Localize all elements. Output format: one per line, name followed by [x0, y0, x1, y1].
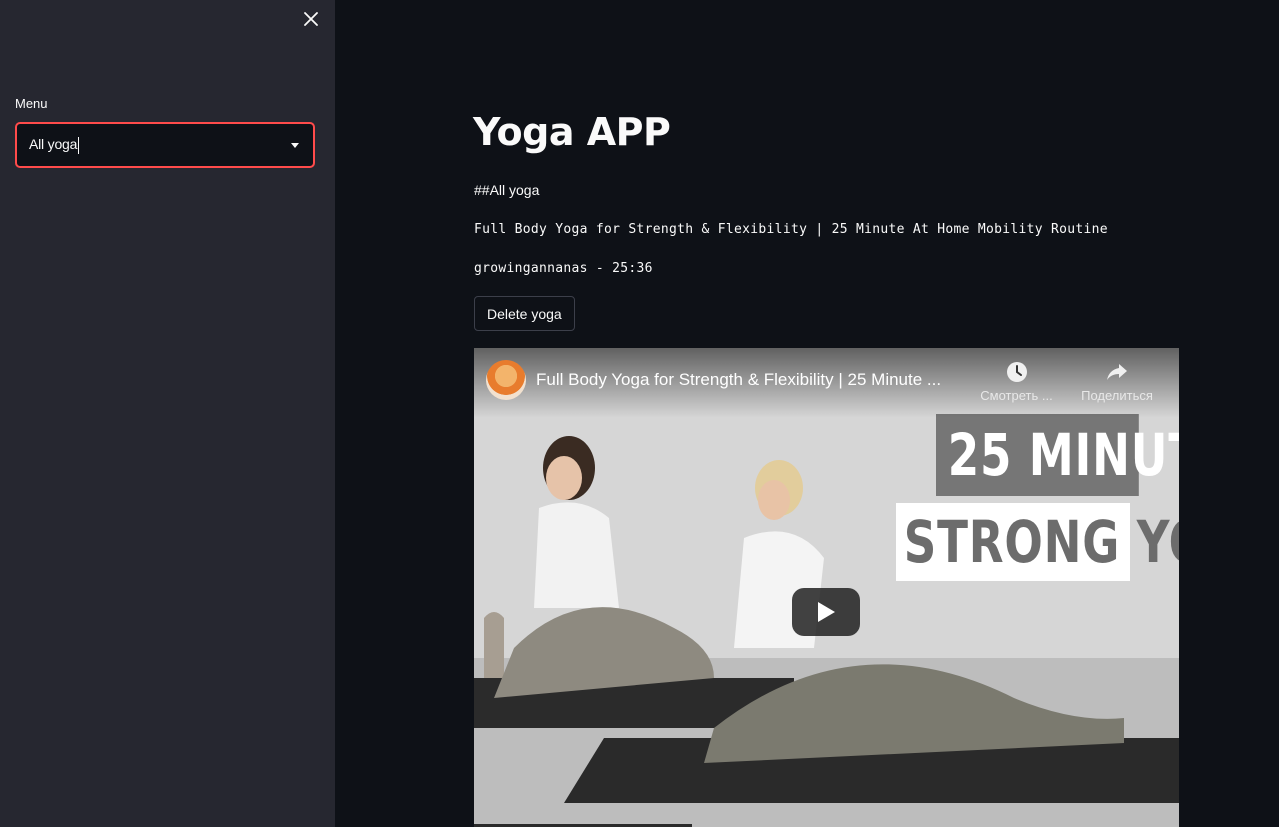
youtube-video-embed[interactable]: 25 MINUT STRONG YO Full Body Yoga for St… — [474, 348, 1179, 827]
chevron-down-icon — [291, 143, 299, 148]
video-title-text: Full Body Yoga for Strength & Flexibilit… — [474, 222, 1108, 237]
author-duration-text: growingannanas - 25:36 — [474, 261, 653, 276]
share-arrow-icon — [1107, 364, 1127, 380]
youtube-video-title[interactable]: Full Body Yoga for Strength & Flexibilit… — [536, 370, 941, 390]
thumbnail-text-line2: STRONG YO — [896, 503, 1179, 581]
main-content: Yoga APP ##All yoga Full Body Yoga for S… — [335, 0, 1279, 827]
menu-select-value: All yoga — [29, 136, 80, 154]
share-label: Поделиться — [1081, 388, 1153, 403]
close-icon — [304, 12, 318, 26]
play-icon — [818, 602, 835, 622]
sidebar: Menu All yoga — [0, 0, 335, 827]
share-button[interactable]: Поделиться — [1072, 360, 1162, 403]
delete-yoga-button[interactable]: Delete yoga — [474, 296, 575, 331]
play-button[interactable] — [792, 588, 860, 636]
close-sidebar-button[interactable] — [300, 8, 322, 30]
subheading-text: ##All yoga — [474, 182, 540, 198]
menu-label: Menu — [15, 96, 48, 111]
clock-icon — [1006, 362, 1027, 382]
page-title: Yoga APP — [473, 110, 671, 154]
thumbnail-text-line1: 25 MINUT — [936, 414, 1179, 496]
watch-later-button[interactable]: Смотреть ... — [974, 360, 1059, 403]
channel-avatar[interactable] — [486, 360, 526, 400]
watch-later-label: Смотреть ... — [980, 388, 1053, 403]
menu-select[interactable]: All yoga — [15, 122, 315, 168]
